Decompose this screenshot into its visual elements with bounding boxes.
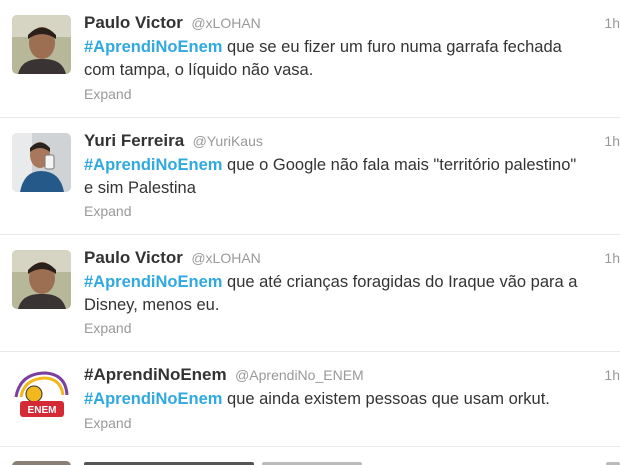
avatar[interactable] bbox=[12, 461, 71, 465]
tweet-text-line: Disney, menos eu. bbox=[84, 296, 220, 314]
hashtag-link[interactable]: #AprendiNoEnem bbox=[84, 156, 222, 174]
author-handle[interactable]: @YuriKaus bbox=[193, 133, 263, 149]
tweet-text-line: que ainda existem pessoas que usam orkut… bbox=[222, 390, 550, 408]
tweet-text: #AprendiNoEnem que ainda existem pessoas… bbox=[84, 388, 614, 411]
tweet-text: #AprendiNoEnem que o Google não fala mai… bbox=[84, 154, 614, 200]
tweet-item[interactable]: Paulo Victor @xLOHAN 1h #AprendiNoEnem q… bbox=[0, 235, 620, 352]
author-handle[interactable]: @AprendiNo_ENEM bbox=[235, 367, 364, 383]
tweet-timeline: Paulo Victor @xLOHAN 1h #AprendiNoEnem q… bbox=[0, 0, 620, 465]
author-handle[interactable]: @xLOHAN bbox=[191, 15, 260, 31]
hashtag-link[interactable]: #AprendiNoEnem bbox=[84, 390, 222, 408]
logo-text: ENEM bbox=[28, 405, 57, 416]
tweet-text-line: que até crianças foragidas do Iraque vão… bbox=[222, 273, 578, 291]
author-name[interactable]: Paulo Victor bbox=[84, 248, 183, 267]
tweet-timestamp[interactable]: 1h bbox=[604, 133, 620, 149]
expand-link[interactable]: Expand bbox=[84, 320, 131, 336]
tweet-text-line: e sim Palestina bbox=[84, 179, 196, 197]
tweet-timestamp[interactable]: 1h bbox=[604, 367, 620, 383]
avatar[interactable]: ENEM bbox=[12, 367, 71, 426]
avatar[interactable] bbox=[12, 15, 71, 74]
tweet-item[interactable]: ENEM #AprendiNoEnem @AprendiNo_ENEM 1h #… bbox=[0, 352, 620, 447]
author-name[interactable]: Yuri Ferreira bbox=[84, 131, 184, 150]
expand-link[interactable]: Expand bbox=[84, 415, 131, 431]
tweet-text-line: que se eu fizer um furo numa garrafa fec… bbox=[222, 38, 562, 56]
expand-link[interactable]: Expand bbox=[84, 86, 131, 102]
hashtag-link[interactable]: #AprendiNoEnem bbox=[84, 38, 222, 56]
hashtag-link[interactable]: #AprendiNoEnem bbox=[84, 273, 222, 291]
expand-link[interactable]: Expand bbox=[84, 203, 131, 219]
tweet-item-partial[interactable] bbox=[0, 447, 620, 465]
avatar[interactable] bbox=[12, 250, 71, 309]
avatar[interactable] bbox=[12, 133, 71, 192]
tweet-text-line: com tampa, o líquido não vasa. bbox=[84, 61, 314, 79]
tweet-text-line: que o Google não fala mais "território p… bbox=[222, 156, 577, 174]
tweet-item[interactable]: Paulo Victor @xLOHAN 1h #AprendiNoEnem q… bbox=[0, 0, 620, 118]
author-name[interactable]: Paulo Victor bbox=[84, 13, 183, 32]
tweet-text: #AprendiNoEnem que até crianças foragida… bbox=[84, 271, 614, 317]
tweet-timestamp[interactable]: 1h bbox=[604, 15, 620, 31]
author-name[interactable]: #AprendiNoEnem bbox=[84, 365, 227, 384]
author-handle[interactable]: @xLOHAN bbox=[191, 250, 260, 266]
tweet-timestamp[interactable]: 1h bbox=[604, 250, 620, 266]
tweet-text: #AprendiNoEnem que se eu fizer um furo n… bbox=[84, 36, 614, 82]
tweet-item[interactable]: Yuri Ferreira @YuriKaus 1h #AprendiNoEne… bbox=[0, 118, 620, 235]
